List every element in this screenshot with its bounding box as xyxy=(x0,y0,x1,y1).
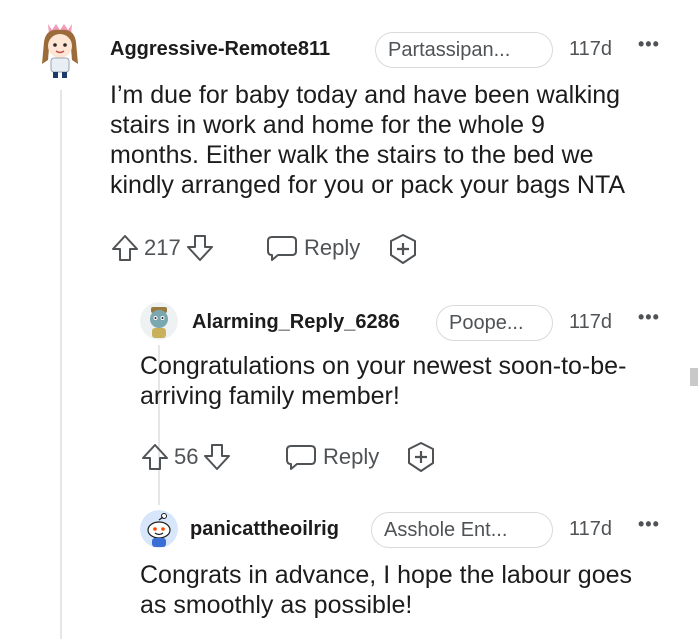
comment-body: I’m due for baby today and have been wal… xyxy=(110,80,690,200)
user-flair: Asshole Ent... xyxy=(371,512,553,548)
comment-body-line: as smoothly as possible! xyxy=(140,591,413,619)
vote-controls: 217 xyxy=(110,231,215,265)
award-plus-icon[interactable] xyxy=(405,441,437,473)
user-avatar[interactable] xyxy=(140,302,178,340)
vote-count: 217 xyxy=(144,235,181,260)
more-options-icon[interactable]: ••• xyxy=(638,514,660,535)
username[interactable]: Alarming_Reply_6286 xyxy=(192,311,400,334)
comment-body-line: stairs in work and home for the whole 9 xyxy=(110,111,545,139)
comment-age: 117d xyxy=(569,518,613,540)
more-options-icon[interactable]: ••• xyxy=(638,34,660,55)
award-plus-icon[interactable] xyxy=(387,233,419,265)
comment-age: 117d xyxy=(569,311,613,333)
arrow-down-icon[interactable] xyxy=(185,233,215,263)
user-avatar[interactable] xyxy=(140,510,178,548)
arrow-down-icon[interactable] xyxy=(202,442,232,472)
comment-body-line: Congrats in advance, I hope the labour g… xyxy=(140,561,633,589)
comment-body: Congratulations on your newest soon-to-b… xyxy=(140,351,680,411)
user-flair: Partassipan... xyxy=(375,32,553,68)
user-flair: Poope... xyxy=(436,305,553,341)
reply-button[interactable]: Reply xyxy=(266,231,360,265)
username[interactable]: Aggressive-Remote811 xyxy=(110,38,330,61)
comment-body-line: arriving family member! xyxy=(140,382,400,410)
username[interactable]: panicattheoilrig xyxy=(190,518,339,541)
comment-age: 117d xyxy=(569,38,613,60)
avatar-snoo-icon xyxy=(140,302,178,340)
reply-label: Reply xyxy=(304,235,361,260)
thread-line-root xyxy=(60,90,62,639)
comment-body-line: months. Either walk the stairs to the be… xyxy=(110,141,594,169)
avatar-snoo-icon xyxy=(140,510,178,548)
comment-body-line: I’m due for baby today and have been wal… xyxy=(110,81,621,109)
speech-bubble-icon xyxy=(285,442,317,472)
vote-count: 56 xyxy=(174,444,199,469)
reply-button[interactable]: Reply xyxy=(285,440,379,474)
reply-label: Reply xyxy=(323,444,380,469)
user-avatar[interactable] xyxy=(38,20,82,80)
more-options-icon[interactable]: ••• xyxy=(638,307,660,328)
speech-bubble-icon xyxy=(266,233,298,263)
comment-body: Congrats in advance, I hope the labour g… xyxy=(140,560,680,620)
scrollbar-thumb[interactable] xyxy=(690,368,698,386)
comment-body-line: Congratulations on your newest soon-to-b… xyxy=(140,352,627,380)
comment-body-line: kindly arranged for you or pack your bag… xyxy=(110,171,626,199)
arrow-up-icon[interactable] xyxy=(140,442,170,472)
arrow-up-icon[interactable] xyxy=(110,233,140,263)
vote-controls: 56 xyxy=(140,440,232,474)
avatar-character-icon xyxy=(42,24,78,78)
